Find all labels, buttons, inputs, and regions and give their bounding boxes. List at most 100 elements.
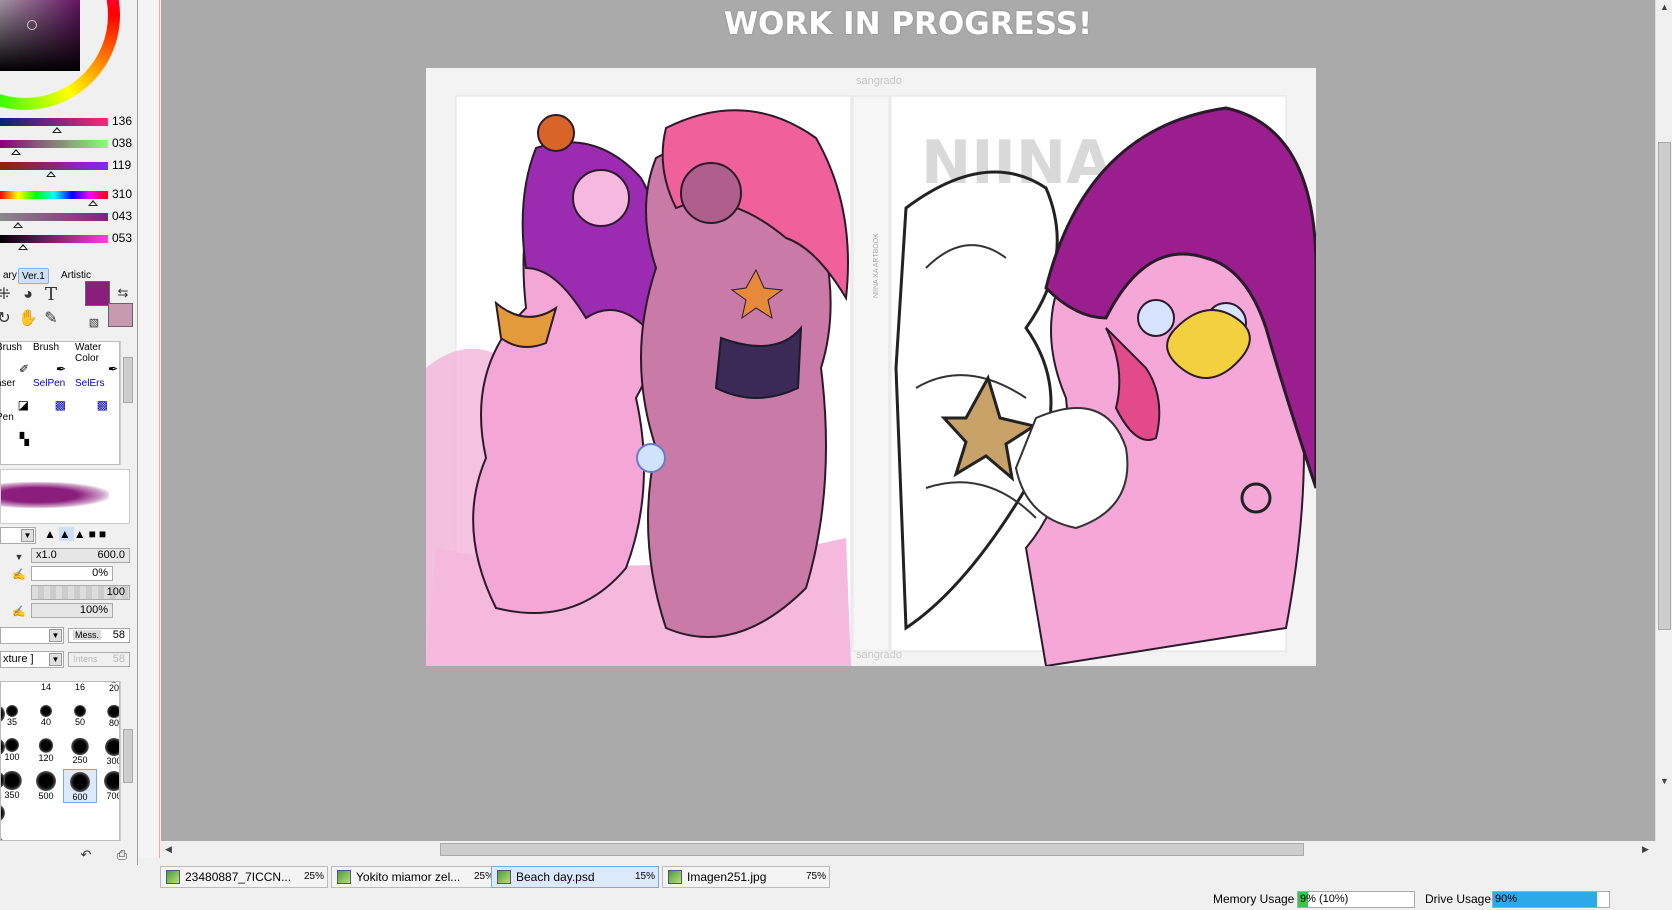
vertical-scroll-thumb[interactable] (1658, 142, 1671, 630)
brush-size-label: 250 (72, 755, 88, 766)
brush-size-14[interactable]: 14 (29, 682, 63, 704)
green-slider[interactable] (0, 140, 108, 148)
foreground-color-swatch[interactable] (85, 281, 110, 306)
undo-icon[interactable]: ↶ (76, 845, 96, 865)
brush-size-80[interactable]: 80 (97, 703, 119, 737)
hand-icon[interactable]: ✋ (18, 309, 38, 329)
transparent-color-icon[interactable]: ▧ (84, 313, 104, 333)
brush-size-500[interactable]: 500 (29, 769, 63, 803)
brush-size-partial[interactable] (1, 769, 13, 803)
saturation-value-square[interactable] (0, 0, 80, 71)
selpen-tool[interactable]: SelPen ▩ (33, 378, 69, 414)
selers-tool[interactable]: SelErs ▩ (75, 378, 111, 414)
brush-size-dot-icon (1, 771, 5, 789)
brush-size-label: 40 (40, 716, 51, 727)
chevron-down-icon: ▼ (49, 629, 62, 642)
brush-shape-selector[interactable]: ▲▲▲■■ (44, 527, 130, 544)
panel-splitter[interactable] (138, 0, 160, 865)
brush-size-300[interactable]: 300 (97, 736, 119, 770)
brush-size-600[interactable]: 600 (63, 769, 97, 803)
brush-size-dot-icon (40, 705, 52, 717)
scroll-down-icon[interactable]: ▼ (1657, 774, 1672, 789)
brush-size-50[interactable]: 50 (63, 703, 97, 737)
brush-size-partial[interactable] (1, 736, 13, 770)
brush-size-20[interactable]: 20 (97, 682, 119, 704)
brush-size-dot-icon (1, 738, 5, 756)
text-icon[interactable]: T (41, 285, 61, 305)
red-slider[interactable] (0, 118, 108, 126)
doc-tab-2[interactable]: Yokito miamor zel... 25% (331, 866, 498, 888)
value-slider-knob[interactable] (17, 244, 28, 250)
brush-size-dot-icon (70, 772, 90, 792)
vertical-scrollbar[interactable]: ▲ ▼ (1655, 0, 1672, 841)
drive-usage-meter: 90% (1492, 891, 1610, 908)
doc-tab-1[interactable]: 23480887_7ICCN... 25% (160, 866, 328, 888)
canvas-viewport[interactable]: WORK IN PROGRESS! NIINA XA sangrado sang… (161, 0, 1655, 841)
blue-slider[interactable] (0, 162, 108, 170)
image-file-icon (668, 870, 682, 884)
shape-select[interactable]: ▼ (0, 627, 64, 644)
brush-size-partial[interactable] (1, 703, 13, 737)
artwork-canvas[interactable]: NIINA XA sangrado sangrado NIINA XA ARTB… (426, 68, 1316, 666)
eyedropper-icon[interactable]: ✎ (41, 309, 61, 329)
scroll-left-icon[interactable]: ◀ (161, 842, 176, 857)
brush-size-field[interactable]: x1.0 600.0 (31, 548, 130, 563)
eraser-icon: ◪ (17, 398, 29, 412)
brush-grid-scrollbar[interactable] (120, 341, 134, 465)
scroll-right-icon[interactable]: ▶ (1638, 842, 1653, 857)
hue-slider-knob[interactable] (87, 200, 98, 206)
background-color-swatch[interactable] (108, 303, 133, 327)
pressure-size-icon[interactable]: ✍ (9, 565, 29, 585)
size-expand-icon[interactable]: ▼ (9, 547, 29, 567)
binary-pen-tool[interactable]: Pen▚ (0, 412, 32, 448)
density-pct-field[interactable]: 100% (31, 603, 113, 618)
horizontal-scroll-thumb[interactable] (440, 843, 1304, 856)
blend-mode-select[interactable]: ▼ (0, 527, 36, 544)
tab-ver1[interactable]: Ver.1 (18, 268, 49, 284)
brush-size-700[interactable]: 700 (97, 769, 119, 803)
density-field[interactable]: 100 (31, 585, 130, 600)
brush-size-label: 14 (40, 682, 51, 693)
saturation-value: 043 (112, 209, 133, 223)
min-size-field[interactable]: 0% (31, 566, 113, 581)
swap-colors-icon[interactable]: ⇆ (113, 283, 133, 303)
hue-slider[interactable] (0, 191, 108, 199)
value-value: 053 (112, 231, 133, 245)
saturation-slider-knob[interactable] (13, 222, 24, 228)
brush-size-partial[interactable] (1, 835, 13, 840)
doc-tab-3[interactable]: Beach day.psd 15% (491, 866, 659, 888)
tab-ary[interactable]: ary (0, 268, 20, 284)
brush-size-dot-icon (71, 738, 89, 756)
save-brush-icon[interactable]: ⎙ (112, 845, 132, 865)
blue-value: 119 (112, 158, 132, 172)
tool-panel: 136038119310043053 ary Ver.1 Artistic ⁜ … (0, 0, 138, 865)
blue-slider-knob[interactable] (45, 171, 56, 177)
red-slider-knob[interactable] (52, 127, 63, 133)
saturation-slider[interactable] (0, 213, 108, 221)
scroll-up-icon[interactable]: ▲ (1657, 0, 1672, 15)
value-slider[interactable] (0, 235, 108, 243)
mess-field[interactable]: Mess. 58 (68, 628, 130, 643)
brush-size-scrollbar[interactable] (120, 681, 134, 841)
brush-size-partial[interactable] (1, 802, 13, 836)
eraser-tool[interactable]: aser◪ (0, 378, 32, 414)
brush-size-120[interactable]: 120 (29, 736, 63, 770)
pressure-density-icon[interactable]: ✍ (9, 602, 29, 622)
texture-select[interactable]: xture ] ▼ (0, 651, 64, 668)
brush-size-40[interactable]: 40 (29, 703, 63, 737)
horizontal-scrollbar[interactable]: ◀ ▶ (161, 841, 1655, 858)
bucket-icon[interactable]: ◕ (18, 285, 38, 305)
intens-field[interactable]: Intens 58 (68, 652, 130, 667)
watermark-top: sangrado (856, 75, 902, 87)
green-slider-knob[interactable] (11, 149, 22, 155)
airbrush-tool[interactable]: Brush✐ (0, 342, 32, 378)
brush-tool[interactable]: Brush ✒ (33, 342, 69, 378)
rotate-icon[interactable]: ↻ (0, 309, 14, 329)
magic-wand-icon[interactable]: ⁜ (0, 285, 14, 305)
brush-size-dot-icon (1, 837, 5, 840)
doc-tab-4[interactable]: Imagen251.jpg 75% (662, 866, 830, 888)
watercolor-tool[interactable]: Water Color ✒ (75, 342, 121, 378)
color-picker-cursor[interactable] (27, 20, 37, 30)
brush-size-16[interactable]: 16 (63, 682, 97, 704)
brush-size-250[interactable]: 250 (63, 736, 97, 770)
